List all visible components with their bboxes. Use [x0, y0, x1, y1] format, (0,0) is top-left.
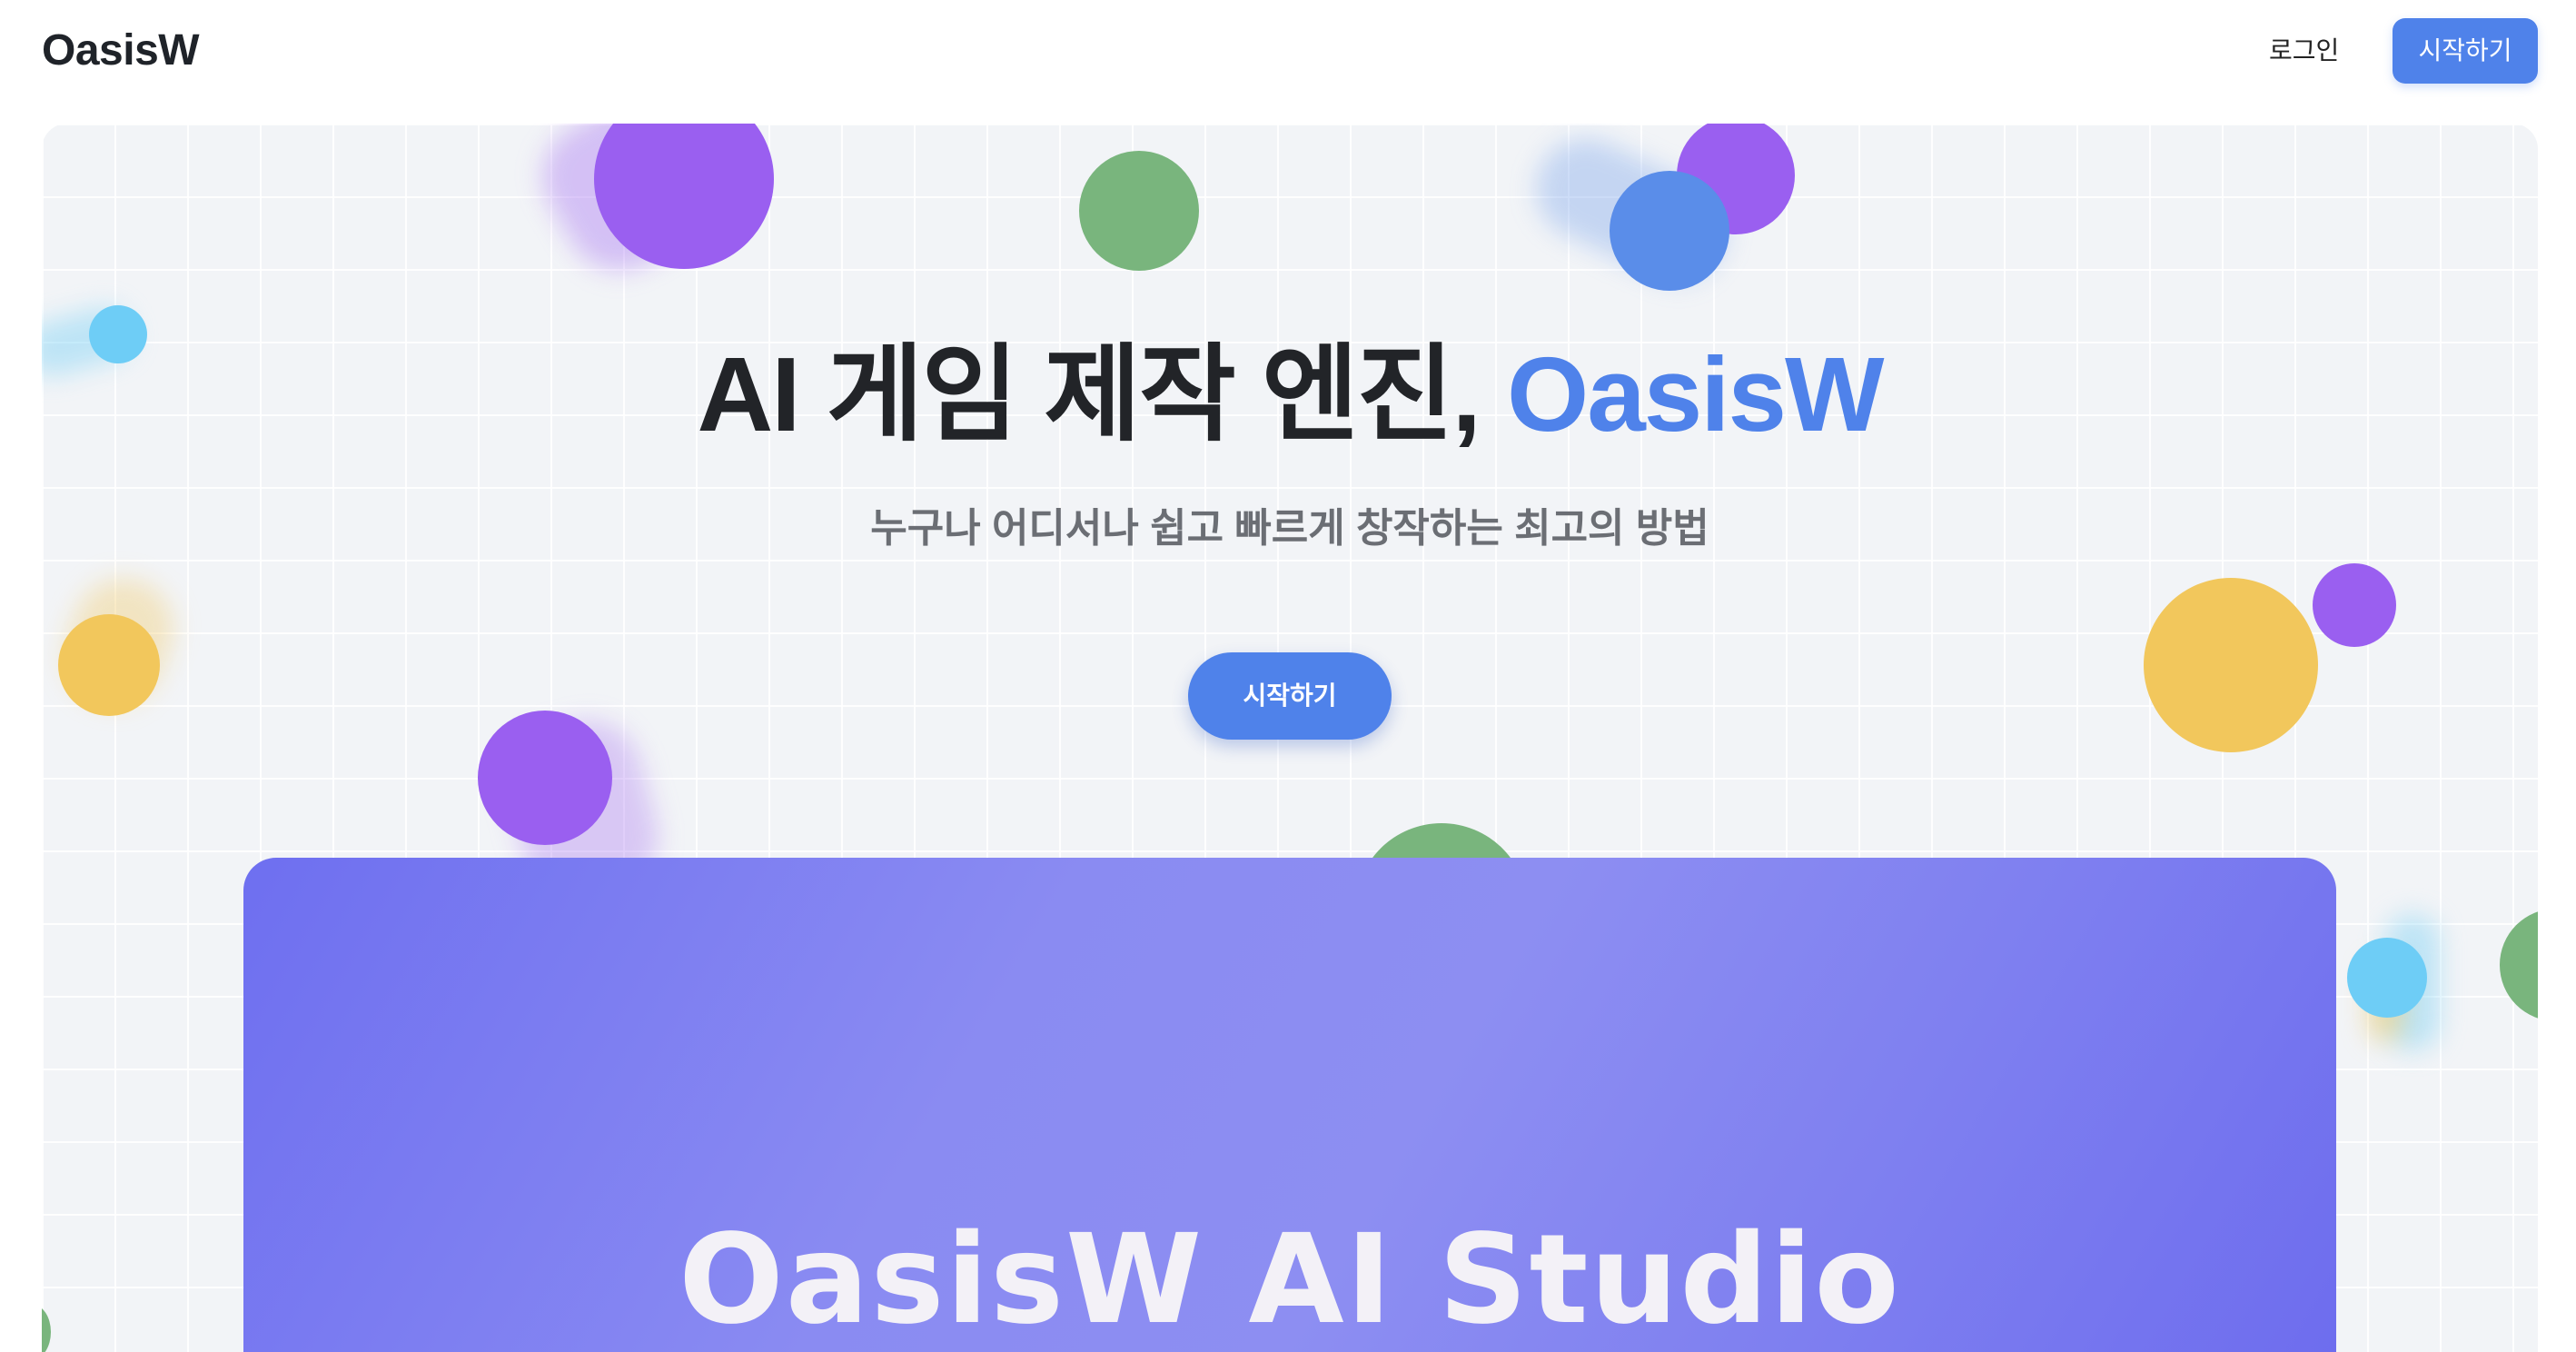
headline-main: AI 게임 제작 엔진,: [697, 335, 1507, 453]
top-navbar: OasisW 로그인 시작하기: [0, 0, 2576, 116]
yellow-bubble-decoration: [58, 614, 160, 716]
cyan-bubble-decoration: [2347, 938, 2427, 1018]
hero-headline: AI 게임 제작 엔진, OasisW: [42, 331, 2538, 458]
start-button-header[interactable]: 시작하기: [2393, 18, 2538, 84]
start-button-hero[interactable]: 시작하기: [1188, 652, 1392, 740]
headline-accent: OasisW: [1506, 335, 1884, 453]
purple-bubble-decoration: [478, 711, 612, 845]
green-bubble-decoration: [2500, 909, 2538, 1021]
yellow-bubble-decoration: [2144, 578, 2318, 752]
studio-preview-card: OasisW AI Studio: [243, 858, 2336, 1352]
purple-bubble-decoration: [2313, 563, 2396, 647]
blue-bubble-decoration: [1610, 171, 1729, 291]
green-bubble-decoration: [1079, 151, 1199, 271]
login-link[interactable]: 로그인: [2269, 31, 2339, 71]
logo[interactable]: OasisW: [42, 24, 200, 78]
green-bubble-decoration: [42, 1305, 51, 1352]
hero-subtitle: 누구나 어디서나 쉽고 빠르게 창작하는 최고의 방법: [870, 506, 1709, 551]
preview-title: OasisW AI Studio: [679, 1208, 1901, 1352]
hero-section: AI 게임 제작 엔진, OasisW 누구나 어디서나 쉽고 빠르게 창작하는…: [42, 124, 2538, 1352]
